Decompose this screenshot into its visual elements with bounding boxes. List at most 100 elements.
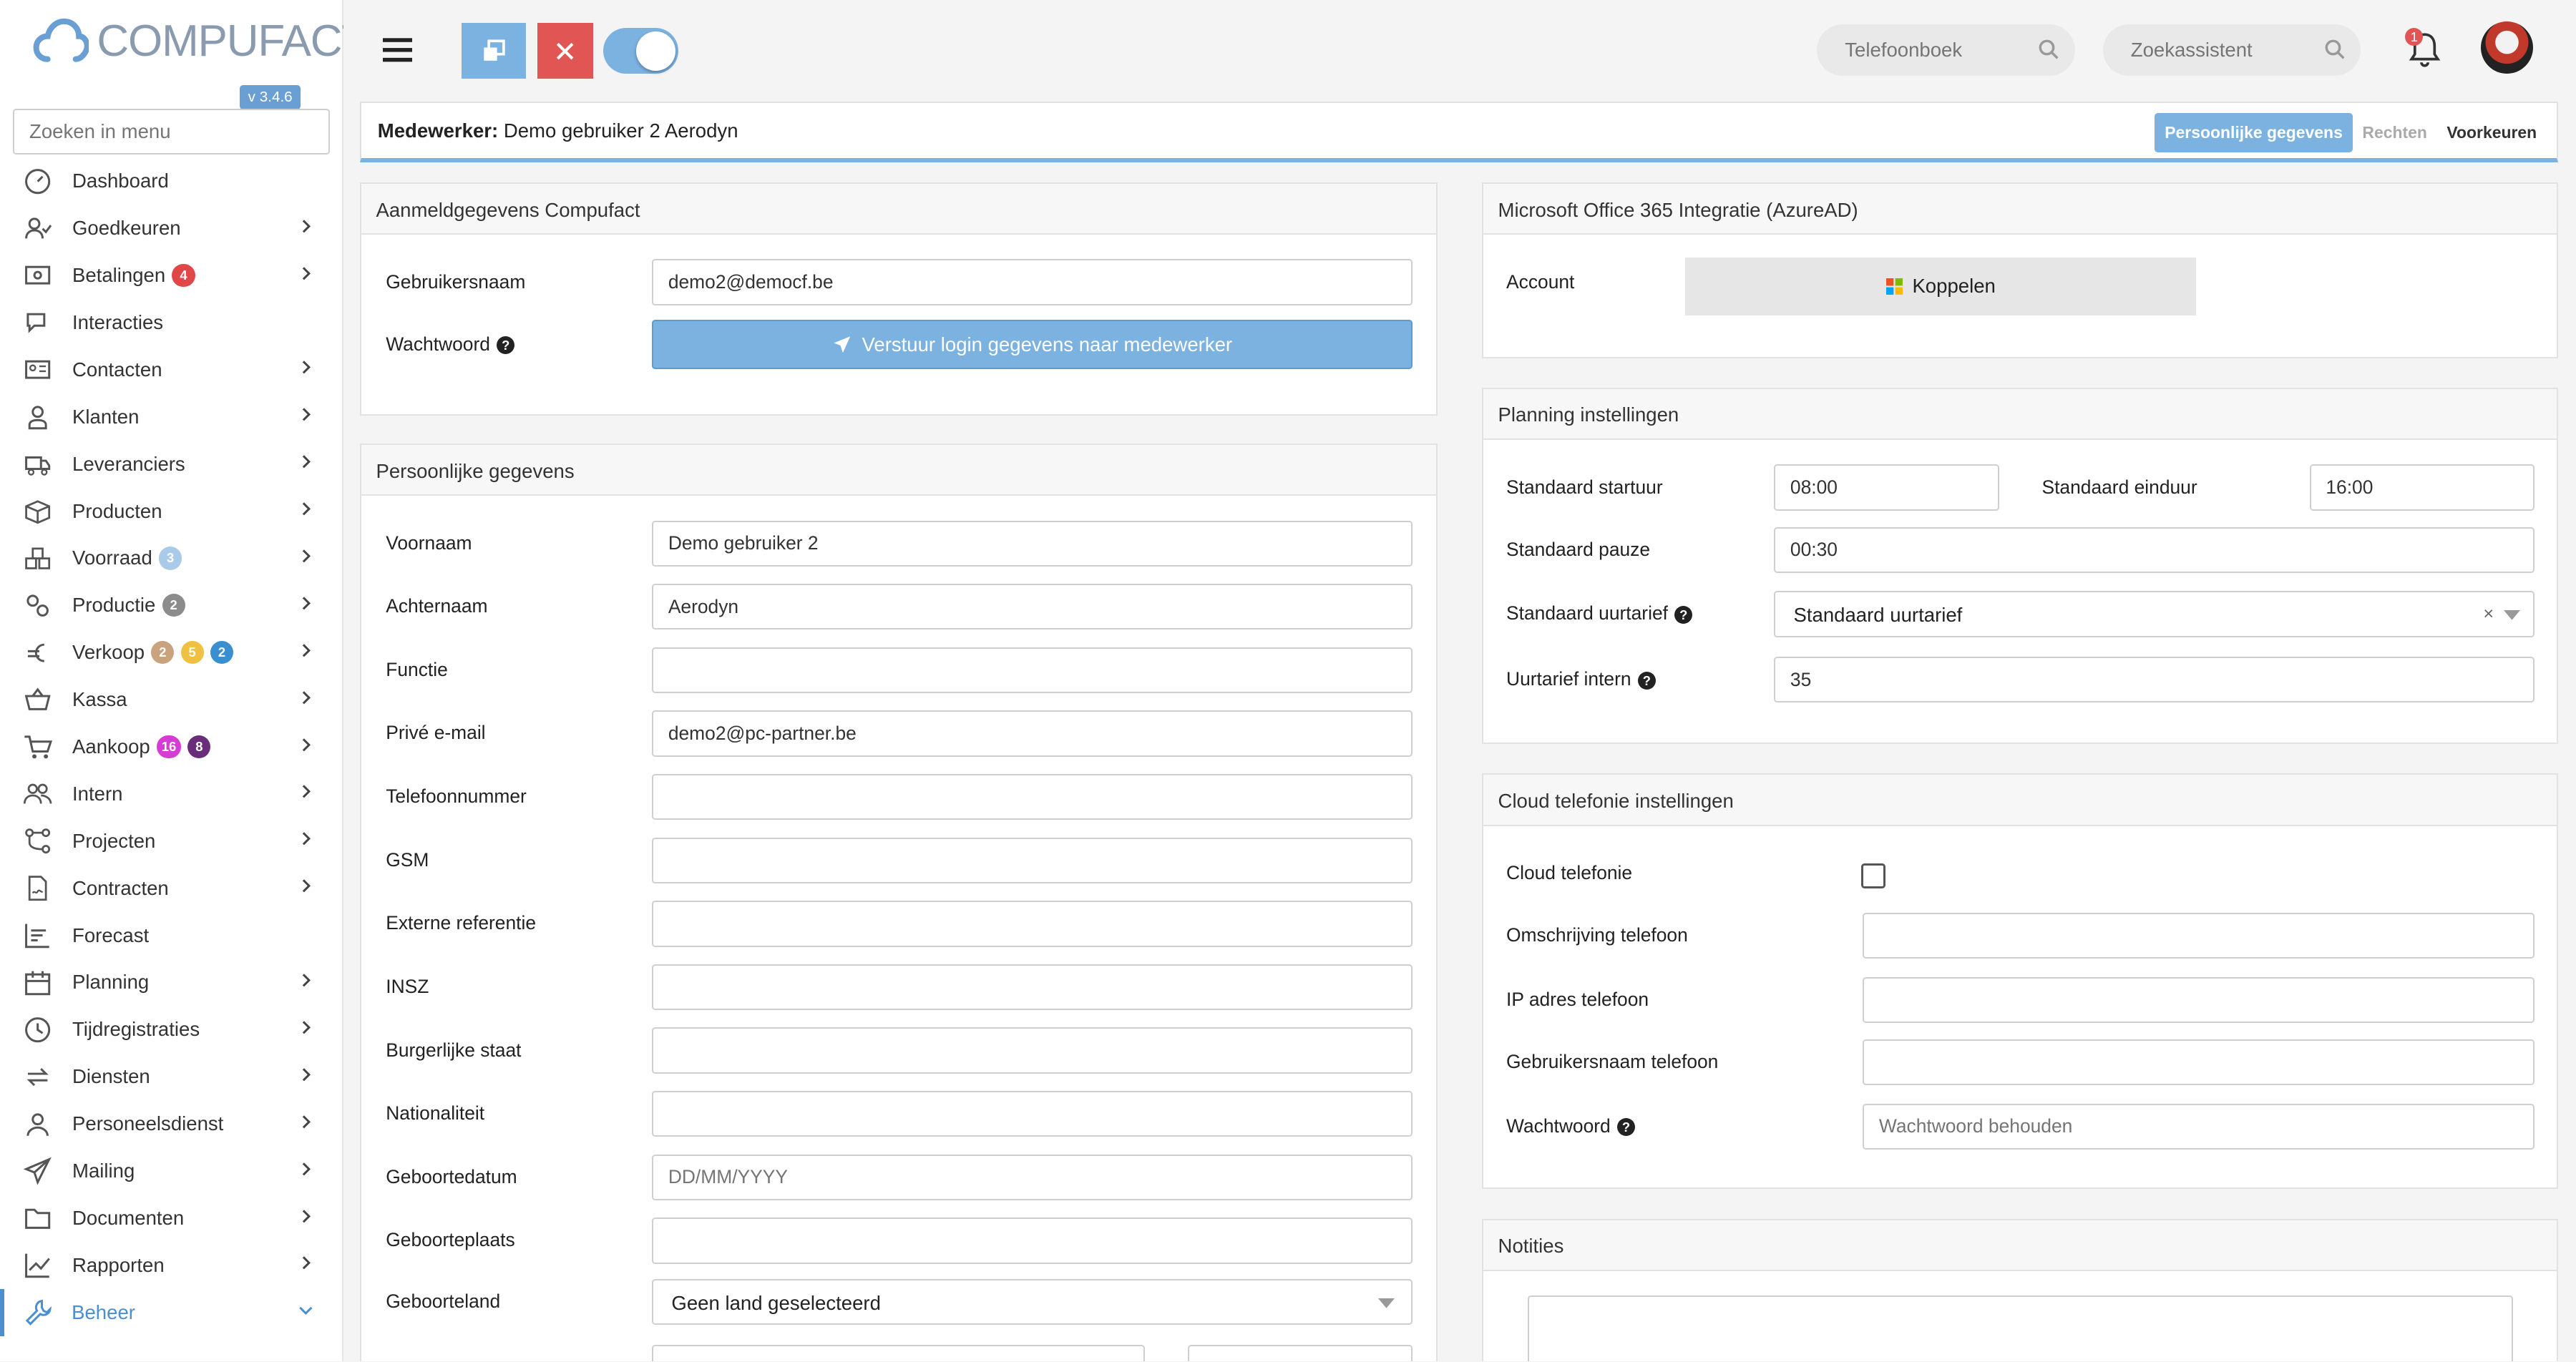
sidebar-item-beheer[interactable]: Beheer [0, 1288, 343, 1336]
personal-field-input[interactable] [652, 647, 1413, 694]
personal-field-input[interactable] [652, 1027, 1413, 1074]
phone-password-label-text: Wachtwoord [1506, 1114, 1611, 1137]
cloud-logo-icon [33, 18, 89, 62]
sidebar-item-label: Aankoop [72, 735, 150, 758]
notifications-button[interactable]: 1 [2405, 28, 2444, 71]
sidebar-item-aankoop[interactable]: Aankoop 16 8 [0, 723, 343, 770]
sidebar-item-voorraad[interactable]: Voorraad 3 [0, 535, 343, 582]
clear-icon[interactable]: × [2483, 604, 2494, 624]
close-button[interactable] [537, 23, 593, 79]
personal-field-input[interactable] [652, 964, 1413, 1011]
username-field[interactable] [652, 259, 1413, 305]
phone-description-field[interactable] [1863, 913, 2535, 959]
person-icon [23, 1109, 52, 1139]
sidebar-item-personeelsdienst[interactable]: Personeelsdienst [0, 1100, 343, 1147]
tab-voorkeuren[interactable]: Voorkeuren [2437, 113, 2547, 152]
avatar[interactable] [2480, 21, 2534, 74]
chevron-right-icon [298, 690, 314, 706]
phone-ip-field[interactable] [1863, 976, 2535, 1024]
sidebar-item-forecast[interactable]: Forecast [0, 912, 343, 959]
sidebar-item-klanten[interactable]: Klanten [0, 393, 343, 441]
sidebar-item-documenten[interactable]: Documenten [0, 1195, 343, 1242]
sidebar-item-verkoop[interactable]: Verkoop 2 5 2 [0, 629, 343, 676]
internal-rate-label: Uurtarief intern? [1506, 668, 1656, 690]
pause-field[interactable] [1774, 526, 2535, 573]
sidebar-item-projecten[interactable]: Projecten [0, 818, 343, 865]
sidebar-item-planning[interactable]: Planning [0, 959, 343, 1006]
end-time-field[interactable] [2309, 464, 2535, 511]
menu-search-input[interactable] [13, 108, 331, 155]
sidebar-item-tijdregistraties[interactable]: Tijdregistraties [0, 1006, 343, 1053]
help-icon[interactable]: ? [1637, 671, 1656, 690]
extra-field-left[interactable] [652, 1345, 1145, 1362]
personal-field-input[interactable] [652, 1218, 1413, 1264]
toggle-switch[interactable] [602, 28, 679, 74]
sidebar-item-label: Contacten [72, 358, 162, 381]
personal-field-input[interactable] [652, 710, 1413, 757]
sidebar-item-label: Productie [72, 594, 156, 617]
help-icon[interactable]: ? [1616, 1118, 1636, 1137]
start-time-label: Standaard startuur [1506, 476, 1663, 498]
notes-panel: Notities [1481, 1218, 2558, 1362]
personal-field-input[interactable] [652, 584, 1413, 630]
tab-rechten[interactable]: Rechten [2353, 113, 2437, 152]
cart-icon [23, 732, 53, 761]
field-label: Nationaliteit [386, 1102, 485, 1125]
chevron-right-icon [298, 1207, 314, 1224]
sidebar: COMPUFACT v 3.4.6 Dashboard Goedkeuren Bet… [0, 0, 369, 1362]
sidebar-item-label: Diensten [72, 1065, 150, 1088]
personal-field-input[interactable] [652, 837, 1413, 883]
phone-username-field[interactable] [1863, 1039, 2535, 1086]
sidebar-item-goedkeuren[interactable]: Goedkeuren [0, 205, 343, 252]
field-label: Achternaam [386, 595, 488, 617]
chevron-right-icon [298, 1160, 314, 1177]
phone-password-field[interactable] [1863, 1103, 2535, 1150]
chevron-right-icon [298, 1019, 314, 1036]
sidebar-item-label: Documenten [72, 1206, 185, 1229]
duplicate-button[interactable] [462, 23, 526, 79]
field-label: Burgerlijke staat [386, 1039, 522, 1061]
cloud-telephony-checkbox[interactable] [1860, 863, 1886, 888]
help-icon[interactable]: ? [1674, 605, 1693, 624]
personal-field-input[interactable] [652, 773, 1413, 820]
count-badge: 2 [162, 594, 185, 617]
personal-field-input[interactable] [652, 520, 1413, 567]
count-badge: 5 [180, 641, 204, 665]
country-select-value: Geen land geselecteerd [671, 1292, 881, 1315]
personal-field-input[interactable] [652, 1154, 1413, 1200]
sidebar-item-label: Voorraad [72, 547, 152, 569]
sidebar-item-dashboard[interactable]: Dashboard [0, 157, 343, 205]
sidebar-item-contacten[interactable]: Contacten [0, 346, 343, 393]
personal-field-input[interactable] [652, 901, 1413, 947]
hamburger-menu-icon[interactable] [382, 36, 413, 63]
sidebar-item-diensten[interactable]: Diensten [0, 1053, 343, 1100]
notes-textarea[interactable] [1527, 1295, 2514, 1362]
country-select[interactable]: Geen land geselecteerd [652, 1279, 1413, 1326]
help-icon[interactable]: ? [497, 336, 515, 355]
sidebar-item-betalingen[interactable]: Betalingen 4 [0, 252, 343, 299]
username-label: Gebruikersnaam [386, 270, 526, 293]
hourly-rate-select[interactable]: Standaard uurtarief × [1774, 591, 2535, 637]
sidebar-item-leveranciers[interactable]: Leveranciers [0, 441, 343, 488]
sidebar-item-intern[interactable]: Intern [0, 770, 343, 818]
sidebar-item-rapporten[interactable]: Rapporten [0, 1242, 343, 1289]
sidebar-item-contracten[interactable]: Contracten [0, 865, 343, 912]
office365-panel: Microsoft Office 365 Integratie (AzureAD… [1481, 182, 2558, 358]
personal-field-input[interactable] [652, 1091, 1413, 1137]
project-icon [23, 826, 52, 856]
sidebar-item-mailing[interactable]: Mailing [0, 1147, 343, 1195]
sidebar-item-producten[interactable]: Producten [0, 488, 343, 535]
link-account-button[interactable]: Koppelen [1685, 258, 2197, 315]
extra-field-right[interactable] [1187, 1345, 1413, 1362]
logo[interactable]: COMPUFACT [33, 15, 369, 67]
cloud-telephony-label: Cloud telefonie [1506, 862, 1633, 884]
send-login-button[interactable]: Verstuur login gegevens naar medewerker [652, 320, 1413, 370]
internal-rate-field[interactable] [1774, 657, 2535, 703]
sidebar-item-interacties[interactable]: Interacties [0, 299, 343, 346]
phonebook-search-input[interactable] [1817, 24, 2075, 76]
sidebar-item-kassa[interactable]: Kassa [0, 676, 343, 723]
tab-persoonlijke-gegevens[interactable]: Persoonlijke gegevens [2155, 113, 2353, 152]
start-time-field[interactable] [1774, 464, 1999, 511]
assistant-search-input[interactable] [2102, 24, 2361, 76]
sidebar-item-productie[interactable]: Productie 2 [0, 582, 343, 629]
